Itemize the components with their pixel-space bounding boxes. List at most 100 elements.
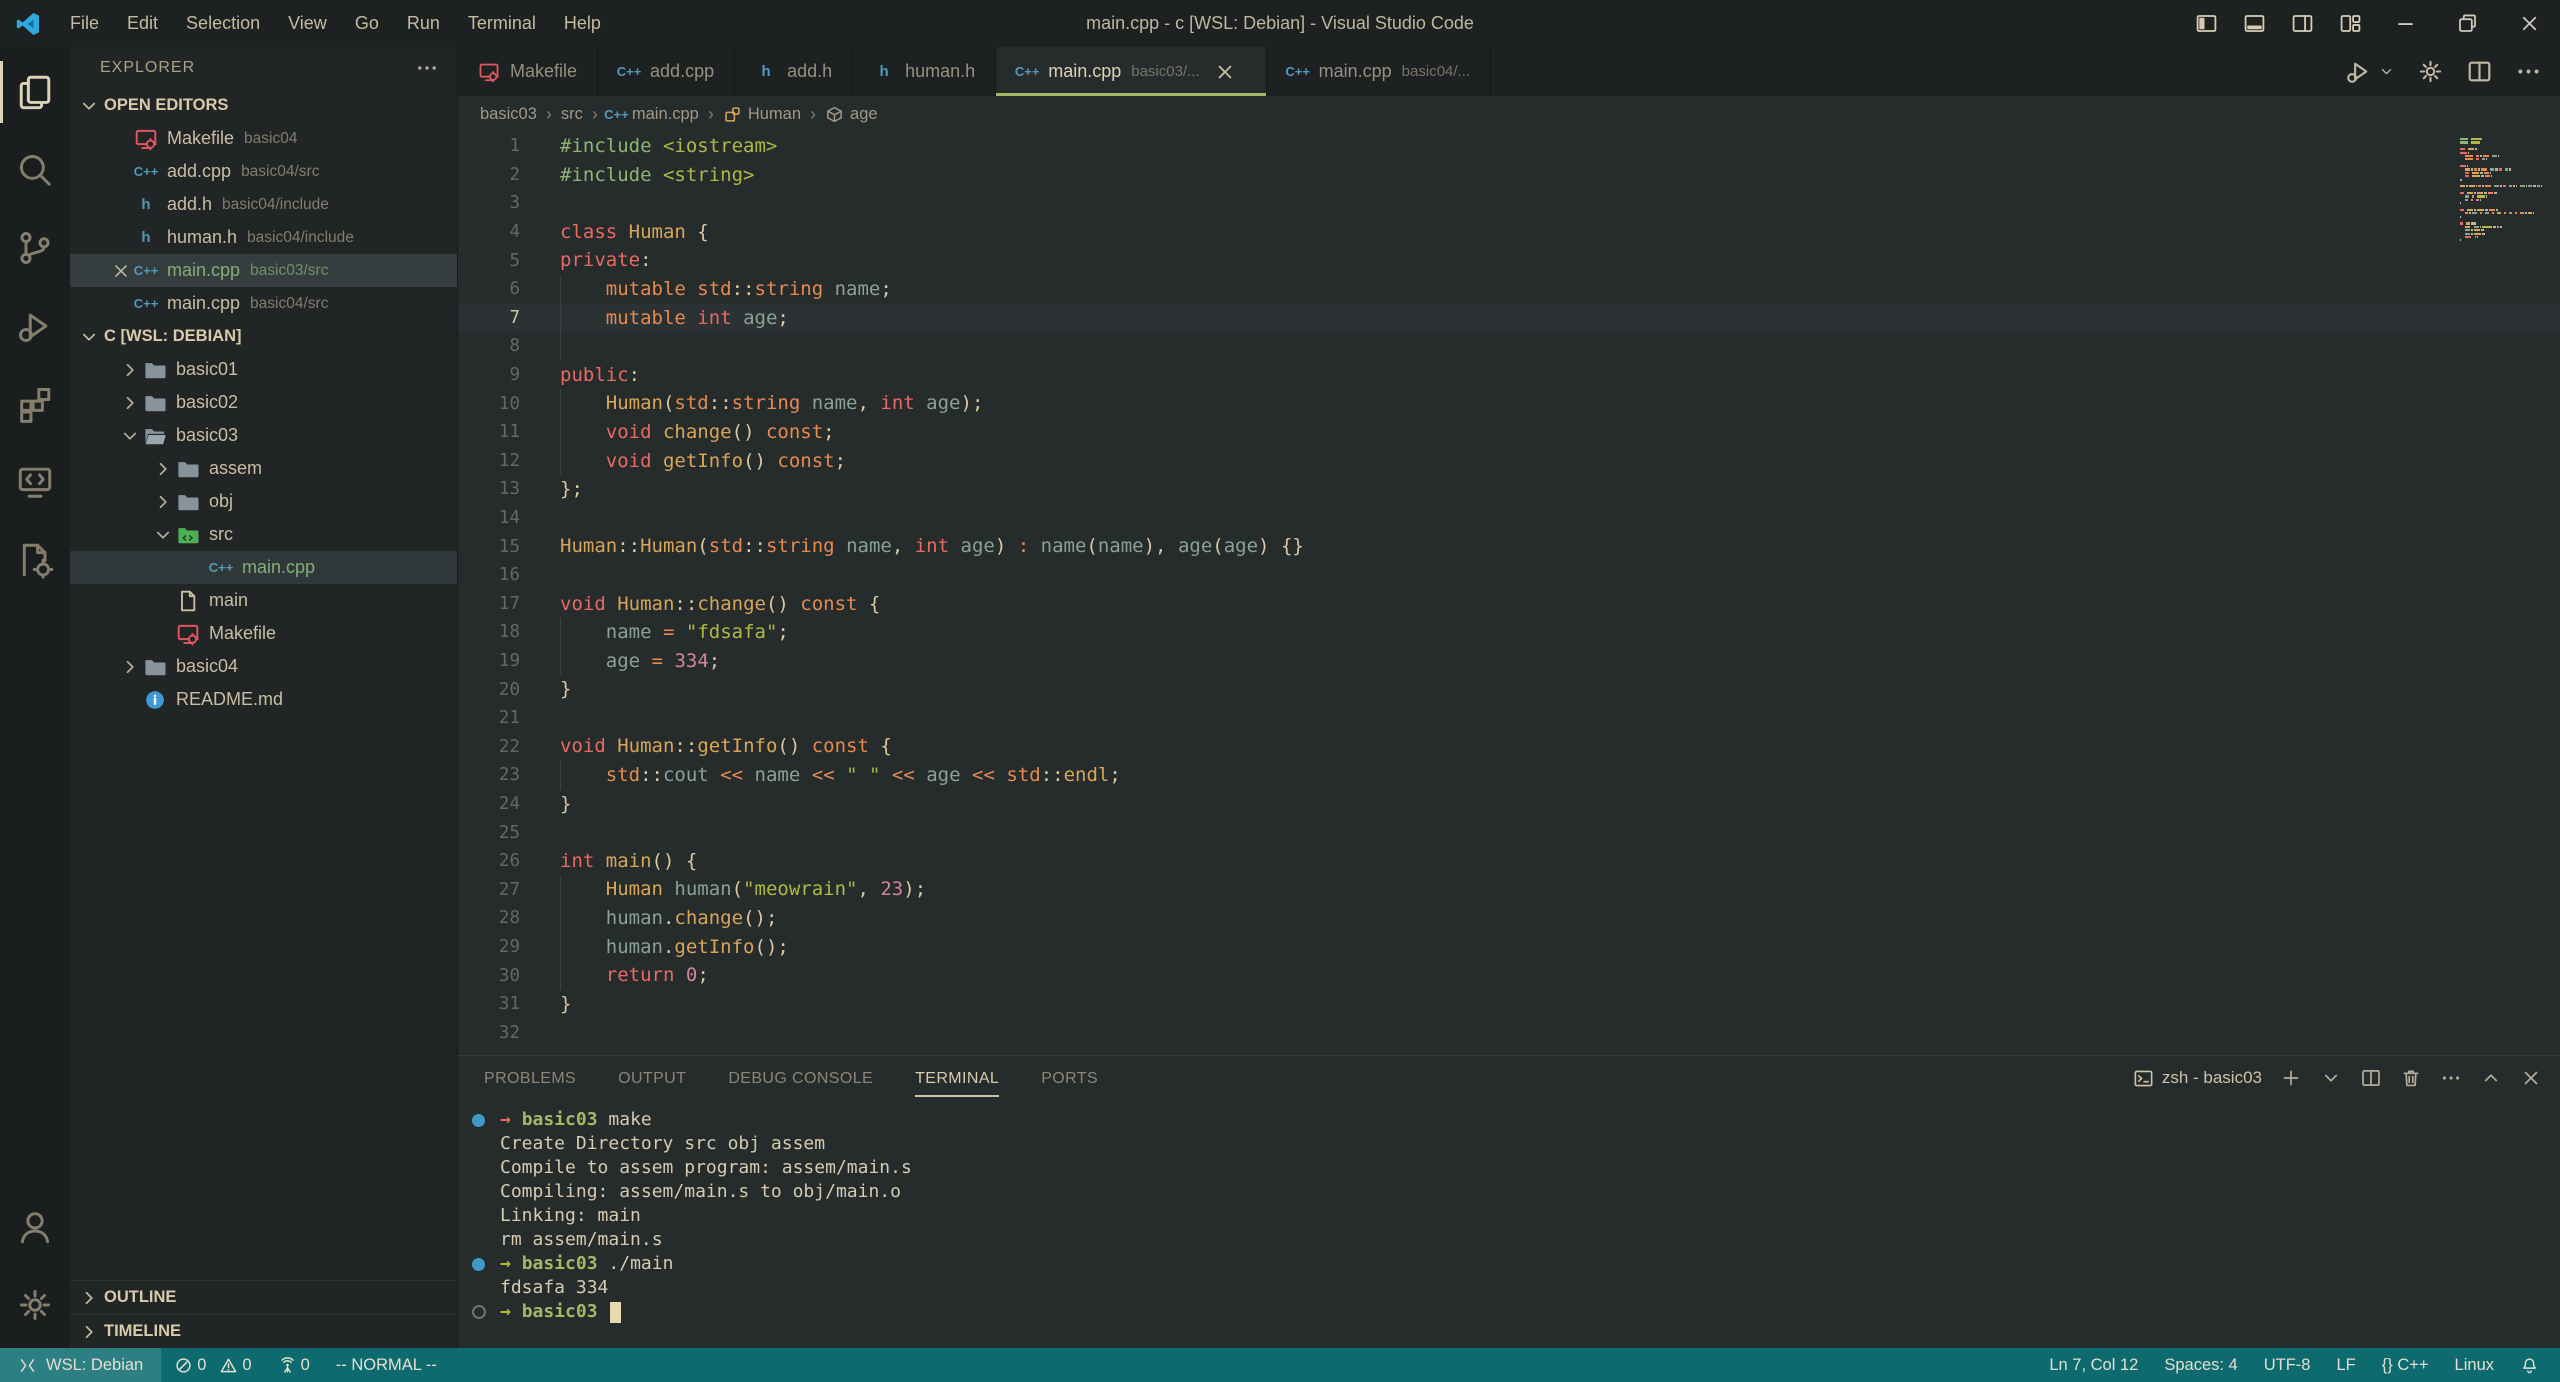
activity-remote-explorer[interactable]: [0, 443, 70, 521]
code-line-25[interactable]: 25: [458, 818, 2560, 847]
tree-item-assem[interactable]: assem: [70, 452, 457, 485]
plus-icon[interactable]: [2280, 1067, 2302, 1089]
code-line-8[interactable]: 8: [458, 332, 2560, 361]
window-close-button[interactable]: [2498, 0, 2560, 47]
code-line-26[interactable]: 26int main() {: [458, 847, 2560, 876]
open-editor-add.cpp[interactable]: C++add.cppbasic04/src: [70, 155, 457, 188]
code-line-19[interactable]: 19 age = 334;: [458, 647, 2560, 676]
tree-item-basic02[interactable]: basic02: [70, 386, 457, 419]
breadcrumb-main.cpp[interactable]: C++main.cpp: [607, 105, 699, 124]
split-editor-icon[interactable]: [2466, 58, 2493, 85]
tree-item-main[interactable]: main: [70, 584, 457, 617]
window-restore-button[interactable]: [2436, 0, 2498, 47]
tab-human.h[interactable]: hhuman.h: [853, 47, 996, 96]
activity-settings-gear[interactable]: [0, 1266, 70, 1344]
activity-run-debug[interactable]: [0, 287, 70, 365]
ellipsis-icon[interactable]: [2515, 58, 2542, 85]
tree-item-README.md[interactable]: README.md: [70, 683, 457, 716]
code-line-12[interactable]: 12 void getInfo() const;: [458, 447, 2560, 476]
layout-grid-button[interactable]: [2326, 0, 2374, 47]
code-line-21[interactable]: 21: [458, 704, 2560, 733]
code-line-4[interactable]: 4class Human {: [458, 218, 2560, 247]
panel-tab-ports[interactable]: PORTS: [1041, 1060, 1098, 1097]
breadcrumb-age[interactable]: age: [825, 105, 878, 124]
tree-item-basic03[interactable]: basic03: [70, 419, 457, 452]
code-editor[interactable]: 1#include <iostream>2#include <string>34…: [458, 132, 2560, 1055]
status-cursor-position[interactable]: Ln 7, Col 12: [2036, 1356, 2151, 1375]
tab-main.cpp-basic04[interactable]: C++main.cppbasic04/...: [1267, 47, 1491, 96]
menu-selection[interactable]: Selection: [172, 0, 274, 47]
code-line-18[interactable]: 18 name = "fdsafa";: [458, 618, 2560, 647]
menu-file[interactable]: File: [56, 0, 113, 47]
code-line-28[interactable]: 28 human.change();: [458, 904, 2560, 933]
code-line-5[interactable]: 5private:: [458, 246, 2560, 275]
close-icon[interactable]: [1214, 61, 1236, 83]
code-line-17[interactable]: 17void Human::change() const {: [458, 590, 2560, 619]
code-line-14[interactable]: 14: [458, 504, 2560, 533]
outline-header[interactable]: OUTLINE: [70, 1280, 457, 1314]
terminal-instance[interactable]: zsh - basic03: [2133, 1068, 2262, 1089]
code-line-3[interactable]: 3: [458, 189, 2560, 218]
chevron-down-icon[interactable]: [2378, 63, 2395, 80]
layout-panel-button[interactable]: [2230, 0, 2278, 47]
sidebar-more-icon[interactable]: [415, 56, 439, 80]
tab-main.cpp-basic03[interactable]: C++main.cppbasic03/...: [996, 47, 1266, 96]
breadcrumb-src[interactable]: src: [561, 105, 583, 124]
tree-item-src[interactable]: src: [70, 518, 457, 551]
terminal-output[interactable]: → basic03 makeCreate Directory src obj a…: [458, 1100, 2560, 1348]
tree-item-Makefile[interactable]: Makefile: [70, 617, 457, 650]
code-line-7[interactable]: 7 mutable int age;: [458, 304, 2560, 333]
minimap[interactable]: [2460, 138, 2542, 246]
remote-indicator[interactable]: WSL: Debian: [0, 1348, 161, 1382]
status-eol[interactable]: LF: [2323, 1356, 2368, 1375]
code-line-30[interactable]: 30 return 0;: [458, 961, 2560, 990]
menu-edit[interactable]: Edit: [113, 0, 172, 47]
code-line-13[interactable]: 13};: [458, 475, 2560, 504]
panel-tab-terminal[interactable]: TERMINAL: [915, 1060, 999, 1097]
tree-item-obj[interactable]: obj: [70, 485, 457, 518]
breadcrumb-basic03[interactable]: basic03: [480, 105, 537, 124]
tab-add.cpp[interactable]: C++add.cpp: [598, 47, 735, 96]
menu-help[interactable]: Help: [550, 0, 615, 47]
activity-account[interactable]: [0, 1188, 70, 1266]
close-icon[interactable]: [2520, 1067, 2542, 1089]
open-editors-header[interactable]: OPEN EDITORS: [70, 89, 457, 122]
code-line-16[interactable]: 16: [458, 561, 2560, 590]
activity-search[interactable]: [0, 131, 70, 209]
layout-sidebar-left-button[interactable]: [2182, 0, 2230, 47]
code-line-2[interactable]: 2#include <string>: [458, 161, 2560, 190]
code-line-31[interactable]: 31}: [458, 990, 2560, 1019]
code-line-24[interactable]: 24}: [458, 790, 2560, 819]
code-line-32[interactable]: 32: [458, 1018, 2560, 1047]
run-debug-icon[interactable]: [2345, 58, 2372, 85]
status-vim-mode[interactable]: -- NORMAL --: [323, 1356, 450, 1375]
ellipsis-icon[interactable]: [2440, 1067, 2462, 1089]
workspace-header[interactable]: C [WSL: DEBIAN]: [70, 320, 457, 353]
chevron-down-icon[interactable]: [2320, 1067, 2342, 1089]
tab-Makefile[interactable]: Makefile: [458, 47, 598, 96]
code-line-27[interactable]: 27 Human human("meowrain", 23);: [458, 875, 2560, 904]
panel-tab-debug-console[interactable]: DEBUG CONSOLE: [728, 1060, 873, 1097]
activity-source-control[interactable]: [0, 209, 70, 287]
status-problems[interactable]: 00: [161, 1356, 264, 1375]
tab-add.h[interactable]: hadd.h: [735, 47, 853, 96]
tree-item-main.cpp[interactable]: C++main.cpp: [70, 551, 457, 584]
activity-cpp-tools[interactable]: [0, 521, 70, 599]
chevron-up-icon[interactable]: [2480, 1067, 2502, 1089]
close-icon[interactable]: [108, 261, 134, 281]
activity-files[interactable]: [0, 53, 70, 131]
window-minimize-button[interactable]: [2374, 0, 2436, 47]
open-editor-main.cpp[interactable]: C++main.cppbasic03/src: [70, 254, 457, 287]
status-language-mode[interactable]: {} C++: [2369, 1356, 2442, 1375]
code-line-20[interactable]: 20}: [458, 675, 2560, 704]
code-line-23[interactable]: 23 std::cout << name << " " << age << st…: [458, 761, 2560, 790]
activity-extensions[interactable]: [0, 365, 70, 443]
tree-item-basic04[interactable]: basic04: [70, 650, 457, 683]
split-terminal-icon[interactable]: [2360, 1067, 2382, 1089]
code-line-15[interactable]: 15Human::Human(std::string name, int age…: [458, 532, 2560, 561]
code-line-1[interactable]: 1#include <iostream>: [458, 132, 2560, 161]
panel-tab-output[interactable]: OUTPUT: [618, 1060, 686, 1097]
status-ports[interactable]: 0: [265, 1356, 323, 1375]
trash-icon[interactable]: [2400, 1067, 2422, 1089]
panel-tab-problems[interactable]: PROBLEMS: [484, 1060, 576, 1097]
